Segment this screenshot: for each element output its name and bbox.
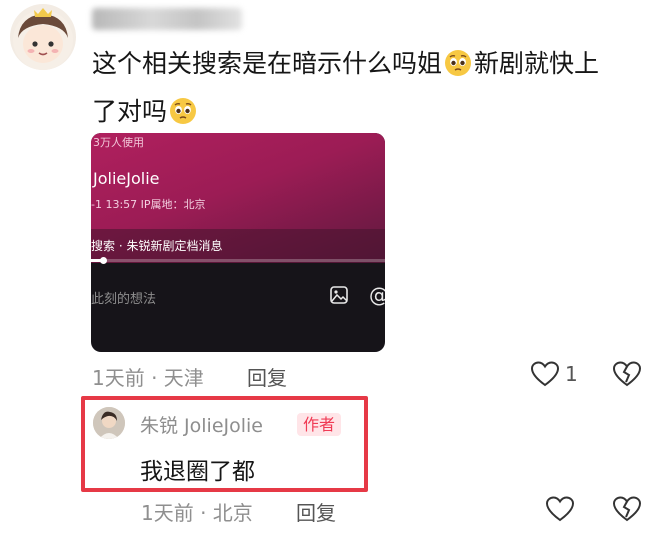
screenshot-account-name: JolieJolie (93, 169, 160, 188)
avatar-illustration-icon (13, 8, 73, 70)
heart-icon[interactable] (530, 360, 560, 388)
author-name[interactable]: 朱锐 JolieJolie (140, 411, 263, 438)
comment-text-line1-tail: 新剧就快上 (474, 49, 600, 78)
screenshot-progress-knob (99, 257, 107, 264)
author-avatar[interactable] (93, 407, 125, 439)
reply-button[interactable]: 回复 (296, 497, 336, 526)
pleading-emoji-icon (169, 93, 197, 124)
heart-icon[interactable] (545, 495, 575, 523)
comment-text-line2: 了对吗 (92, 97, 168, 126)
screenshot-meta-text: -1 13:57 IP属地：北京 (91, 198, 206, 211)
reply-text: 我退圈了都 (140, 459, 255, 485)
screenshot-usage-text: 3万人使用 (93, 136, 144, 149)
attached-screenshot[interactable]: 3万人使用 JolieJolie -1 13:57 IP属地：北京 搜索 · 朱… (91, 133, 385, 352)
reply-time-location: 1天前 · 北京 (141, 501, 253, 525)
screenshot-input-placeholder: 此刻的想法 (91, 292, 157, 307)
dislike-icon[interactable] (612, 495, 642, 523)
image-icon (329, 285, 349, 305)
screenshot-related-search: 搜索 · 朱锐新剧定档消息 (91, 239, 223, 253)
user-avatar[interactable] (10, 4, 76, 70)
pleading-emoji-icon (444, 45, 472, 76)
screenshot-progress-bar (91, 259, 385, 262)
comment-text: 这个相关搜索是在暗示什么吗姐 新剧就快上 了对吗 (92, 40, 652, 136)
comment-time-location: 1天前 · 天津 (92, 366, 204, 390)
author-badge: 作者 (297, 413, 342, 436)
at-icon: @ (369, 283, 385, 307)
comment-text-line1: 这个相关搜索是在暗示什么吗姐 (92, 49, 443, 78)
dislike-icon[interactable] (612, 360, 642, 388)
username-blurred[interactable] (92, 8, 242, 30)
reply-button[interactable]: 回复 (247, 362, 287, 391)
like-count: 1 (565, 362, 578, 386)
